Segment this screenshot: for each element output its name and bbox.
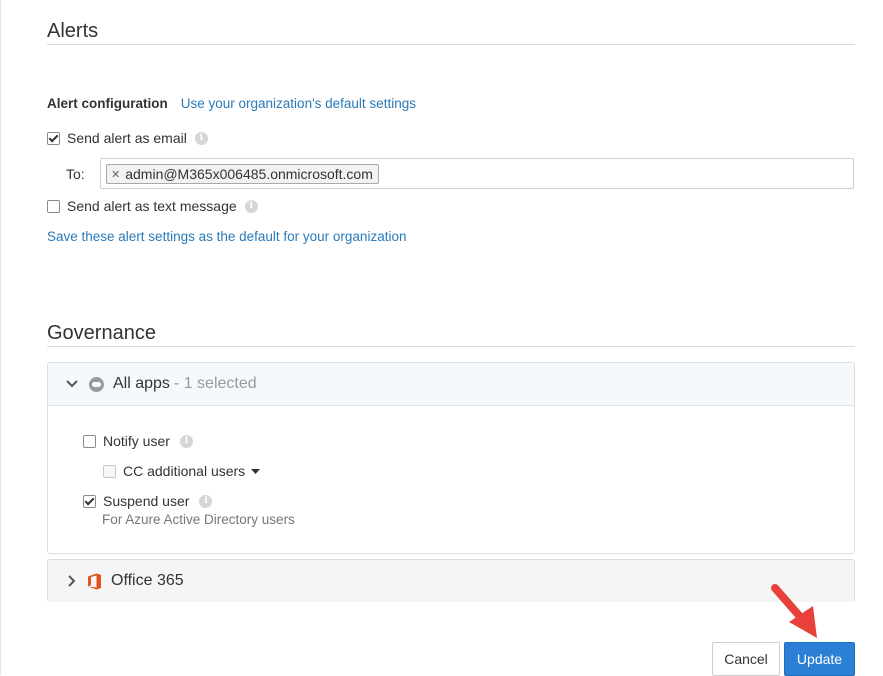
recipient-chip: ✕ admin@M365x006485.onmicrosoft.com — [106, 164, 379, 184]
recipient-email: admin@M365x006485.onmicrosoft.com — [125, 166, 373, 182]
office365-panel: Office 365 — [47, 559, 855, 602]
left-border — [0, 0, 1, 675]
office365-icon — [87, 573, 102, 590]
cloud-icon — [89, 376, 104, 392]
close-icon[interactable]: ✕ — [111, 168, 120, 181]
cc-users-label[interactable]: CC additional users — [123, 463, 245, 479]
notify-user-row: Notify user i — [83, 433, 193, 449]
cancel-button[interactable]: Cancel — [712, 642, 780, 676]
governance-title: Governance — [47, 322, 156, 344]
send-email-checkbox[interactable] — [47, 131, 60, 145]
info-icon[interactable]: i — [199, 494, 213, 508]
all-apps-panel: All apps - 1 selected Notify user i CC a… — [47, 362, 855, 554]
all-apps-title: All apps — [113, 375, 170, 392]
suspend-user-label: Suspend user — [103, 493, 190, 509]
all-apps-header[interactable]: All apps - 1 selected — [48, 363, 854, 406]
alerts-divider — [47, 44, 855, 45]
send-text-row: Send alert as text message i — [47, 198, 258, 214]
alerts-title: Alerts — [47, 20, 99, 42]
governance-divider — [47, 346, 855, 347]
update-button[interactable]: Update — [784, 642, 855, 676]
suspend-user-checkbox[interactable] — [83, 494, 96, 508]
default-settings-link[interactable]: Use your organization's default settings — [181, 96, 416, 111]
all-apps-subtitle: - 1 selected — [173, 375, 257, 392]
red-arrow-icon — [771, 584, 817, 638]
chevron-down-icon — [63, 380, 81, 388]
save-default-link[interactable]: Save these alert settings as the default… — [47, 229, 406, 244]
save-default-row: Save these alert settings as the default… — [47, 229, 406, 244]
alert-configuration-label: Alert configuration — [47, 96, 168, 111]
alert-configuration-row: Alert configuration Use your organizatio… — [47, 96, 416, 111]
office365-header[interactable]: Office 365 — [48, 560, 854, 602]
recipients-input[interactable]: ✕ admin@M365x006485.onmicrosoft.com — [100, 158, 854, 189]
send-email-label: Send alert as email — [67, 130, 187, 146]
chevron-right-icon — [63, 575, 81, 587]
caret-down-icon[interactable] — [251, 468, 261, 474]
cc-users-checkbox[interactable] — [103, 464, 116, 478]
send-text-checkbox[interactable] — [47, 199, 60, 213]
notify-user-label: Notify user — [103, 433, 170, 449]
notify-user-checkbox[interactable] — [83, 434, 96, 448]
to-label: To: — [66, 166, 85, 182]
office365-title: Office 365 — [111, 572, 184, 589]
suspend-user-row: Suspend user i — [83, 493, 213, 509]
cc-users-row: CC additional users — [103, 463, 261, 479]
send-email-row: Send alert as email i — [47, 130, 208, 146]
info-icon[interactable]: i — [244, 199, 258, 213]
info-icon[interactable]: i — [179, 434, 193, 448]
suspend-user-hint: For Azure Active Directory users — [102, 512, 295, 527]
info-icon[interactable]: i — [194, 131, 208, 145]
send-text-label: Send alert as text message — [67, 198, 237, 214]
